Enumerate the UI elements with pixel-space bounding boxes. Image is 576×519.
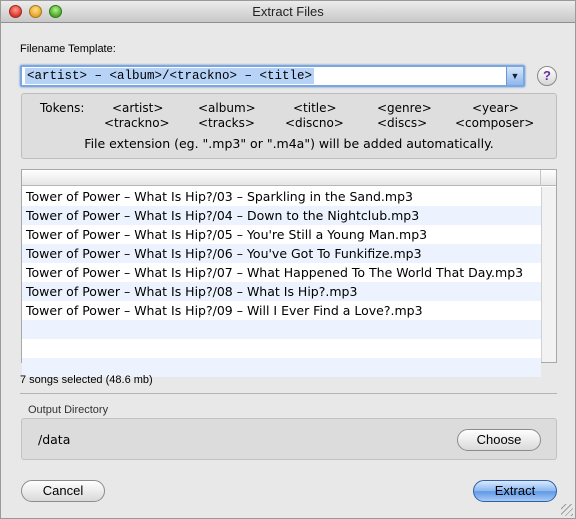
empty-row — [22, 320, 541, 339]
token-album: <album> — [198, 101, 256, 115]
cancel-button[interactable]: Cancel — [21, 480, 105, 502]
help-button[interactable]: ? — [537, 66, 557, 86]
token-genre: <genre> — [377, 101, 432, 115]
list-item[interactable]: Tower of Power – What Is Hip?/08 – What … — [22, 282, 541, 301]
list-header-corner — [540, 170, 556, 186]
title-bar[interactable]: Extract Files — [1, 1, 575, 23]
list-item[interactable]: Tower of Power – What Is Hip?/09 – Will … — [22, 301, 541, 320]
file-list[interactable]: Tower of Power – What Is Hip?/03 – Spark… — [21, 169, 557, 377]
token-discs: <discs> — [377, 116, 428, 130]
divider — [20, 393, 557, 394]
output-directory-path: /data — [38, 432, 71, 447]
window-title: Extract Files — [252, 4, 324, 19]
list-item[interactable]: Tower of Power – What Is Hip?/07 – What … — [22, 263, 541, 282]
list-item[interactable]: Tower of Power – What Is Hip?/04 – Down … — [22, 206, 541, 225]
token-tracks: <tracks> — [198, 116, 255, 130]
empty-row — [22, 339, 541, 358]
output-directory-box: /data Choose — [21, 418, 557, 460]
token-composer: <composer> — [455, 116, 535, 130]
tokens-panel: Tokens: <artist> <album> <title> <genre>… — [21, 93, 557, 159]
filename-template-combobox[interactable]: <artist> – <album>/<trackno> – <title> ▼ — [20, 65, 525, 87]
chevron-down-icon[interactable]: ▼ — [506, 67, 523, 85]
token-title: <title> — [293, 101, 337, 115]
filename-template-label: Filename Template: — [20, 43, 116, 55]
resize-grip-icon[interactable] — [561, 504, 573, 516]
token-year: <year> — [472, 101, 519, 115]
extract-files-window: Extract Files Filename Template: <artist… — [0, 0, 576, 519]
list-item[interactable]: Tower of Power – What Is Hip?/06 – You'v… — [22, 244, 541, 263]
filename-template-input[interactable]: <artist> – <album>/<trackno> – <title> — [25, 68, 315, 84]
tokens-label: Tokens: — [40, 101, 85, 115]
file-extension-note: File extension (eg. ".mp3" or ".m4a") wi… — [84, 136, 494, 151]
selection-summary: 7 songs selected (48.6 mb) — [20, 374, 153, 386]
choose-button[interactable]: Choose — [457, 429, 541, 451]
list-header — [22, 170, 556, 186]
token-discno: <discno> — [285, 116, 344, 130]
list-item[interactable]: Tower of Power – What Is Hip?/05 – You'r… — [22, 225, 541, 244]
list-item[interactable]: Tower of Power – What Is Hip?/03 – Spark… — [22, 187, 541, 206]
token-artist: <artist> — [112, 101, 164, 115]
token-trackno: <trackno> — [104, 116, 170, 130]
vertical-scrollbar[interactable] — [541, 187, 556, 362]
file-rows: Tower of Power – What Is Hip?/03 – Spark… — [22, 187, 541, 377]
output-directory-label: Output Directory — [28, 404, 109, 416]
extract-button[interactable]: Extract — [473, 480, 557, 502]
